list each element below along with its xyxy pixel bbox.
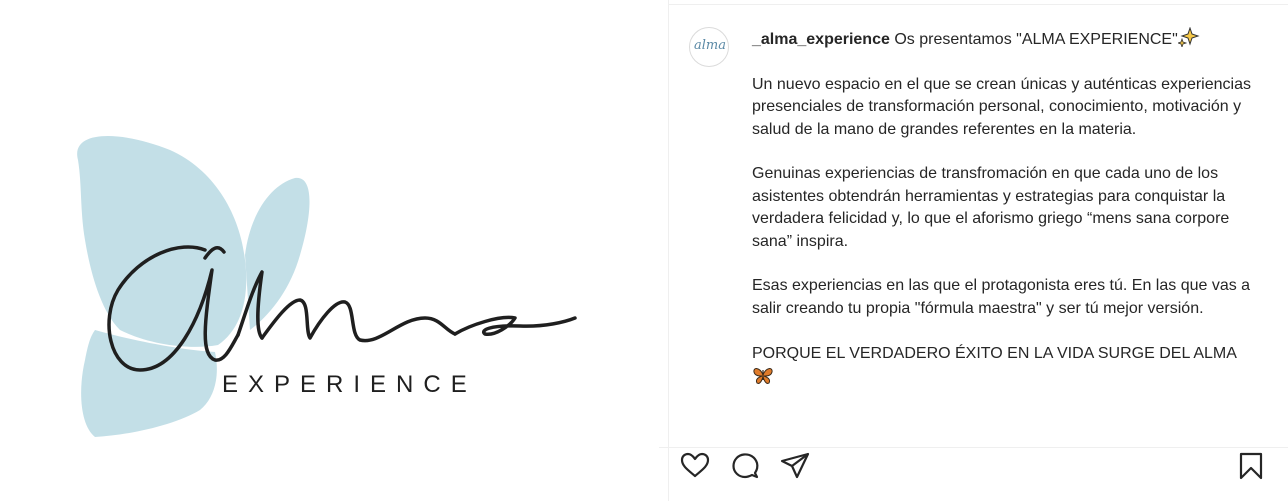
like-button[interactable] bbox=[678, 449, 712, 483]
caption-closing: PORQUE EL VERDADERO ÉXITO EN LA VIDA SUR… bbox=[752, 343, 1272, 389]
logo-wordmark: EXPERIENCE bbox=[222, 371, 477, 398]
caption-closing-text: PORQUE EL VERDADERO ÉXITO EN LA VIDA SUR… bbox=[752, 344, 1237, 362]
heart-icon bbox=[680, 452, 710, 478]
post-caption: _alma_experience Os presentamos "ALMA EX… bbox=[752, 27, 1272, 388]
actions-separator bbox=[659, 447, 1288, 448]
username-link[interactable]: _alma_experience bbox=[752, 31, 890, 48]
panel-divider bbox=[668, 0, 669, 501]
post-image[interactable]: EXPERIENCE bbox=[0, 0, 668, 501]
avatar-logo: alma bbox=[694, 38, 726, 53]
bookmark-icon bbox=[1239, 452, 1263, 480]
avatar[interactable]: alma bbox=[689, 27, 729, 67]
sparkles-icon bbox=[1177, 27, 1200, 47]
paper-plane-icon bbox=[780, 452, 810, 479]
save-button[interactable] bbox=[1234, 449, 1268, 483]
caption-paragraph: Esas experiencias en las que el protagon… bbox=[752, 277, 1251, 317]
logo-wing-left bbox=[77, 136, 247, 347]
caption-paragraph: Genuinas experiencias de transfromación … bbox=[752, 165, 1230, 250]
caption-intro-text: Os presentamos "ALMA EXPERIENCE" bbox=[889, 31, 1178, 48]
alma-logo bbox=[77, 136, 577, 437]
top-border bbox=[669, 4, 1288, 5]
comment-icon bbox=[732, 453, 759, 479]
logo-wing-right bbox=[245, 177, 310, 330]
caption-paragraph: Un nuevo espacio en el que se crean únic… bbox=[752, 75, 1251, 138]
butterfly-icon bbox=[753, 368, 773, 384]
caption-intro: _alma_experience Os presentamos "ALMA EX… bbox=[752, 27, 1272, 51]
comment-button[interactable] bbox=[728, 449, 762, 483]
share-button[interactable] bbox=[778, 449, 812, 483]
